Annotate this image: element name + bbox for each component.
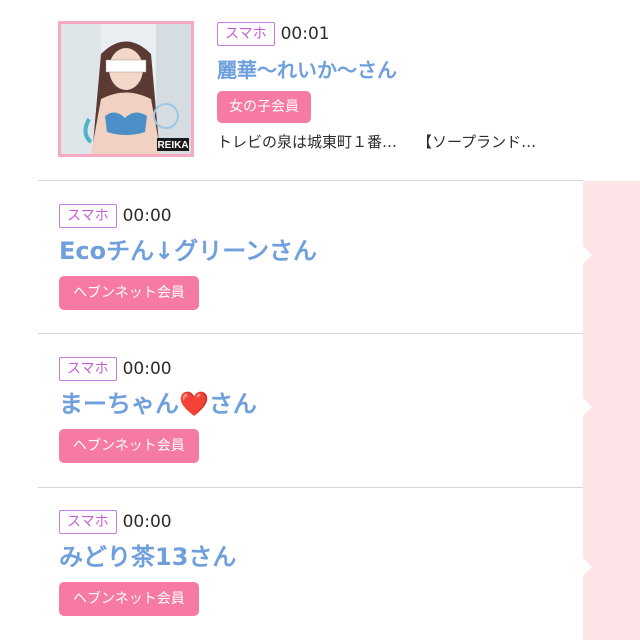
member-type-badge: ヘブンネット会員 xyxy=(59,276,199,310)
strip-notch xyxy=(583,558,592,576)
member-type-badge: 女の子会員 xyxy=(217,91,311,123)
message-item[interactable]: スマホ 00:00 まーちゃん❤️さん ヘブンネット会員 xyxy=(59,357,579,463)
girl-thumbnail[interactable]: REIKA xyxy=(58,21,194,157)
snippet-text: トレビの泉は城東町１番… xyxy=(217,133,398,151)
member-type-badge: ヘブンネット会員 xyxy=(59,429,199,463)
message-item[interactable]: スマホ 00:01 麗華〜れいか〜さん 女の子会員 トレビの泉は城東町１番… 【ソー… xyxy=(217,22,577,152)
time-label: 00:00 xyxy=(122,359,172,379)
svg-text:REIKA: REIKA xyxy=(157,140,188,151)
girl-photo-image: REIKA xyxy=(61,24,191,154)
time-label: 00:01 xyxy=(280,24,330,44)
sender-name[interactable]: Ecoチん↓グリーンさん xyxy=(59,236,579,266)
divider xyxy=(38,180,583,181)
divider xyxy=(38,333,583,334)
message-item[interactable]: スマホ 00:00 Ecoチん↓グリーンさん ヘブンネット会員 xyxy=(59,204,579,310)
device-badge: スマホ xyxy=(217,22,275,46)
sender-name-text: まーちゃん xyxy=(59,390,179,418)
divider xyxy=(38,487,583,488)
sender-name[interactable]: まーちゃん❤️さん xyxy=(59,389,579,419)
time-label: 00:00 xyxy=(122,512,172,532)
sender-name[interactable]: みどり茶13さん xyxy=(59,542,579,572)
message-item[interactable]: スマホ 00:00 みどり茶13さん ヘブンネット会員 xyxy=(59,510,579,616)
strip-notch xyxy=(583,398,592,416)
sender-name-suffix: さん xyxy=(208,390,257,418)
time-label: 00:00 xyxy=(122,206,172,226)
sender-name[interactable]: 麗華〜れいか〜さん xyxy=(217,55,577,85)
device-badge: スマホ xyxy=(59,357,117,381)
device-badge: スマホ xyxy=(59,510,117,534)
message-snippet: トレビの泉は城東町１番… 【ソープランド… xyxy=(217,131,577,152)
device-badge: スマホ xyxy=(59,204,117,228)
snippet-category: 【ソープランド… xyxy=(417,133,537,151)
heart-icon: ❤️ xyxy=(179,390,209,418)
strip-notch xyxy=(583,246,592,264)
member-type-badge: ヘブンネット会員 xyxy=(59,582,199,616)
